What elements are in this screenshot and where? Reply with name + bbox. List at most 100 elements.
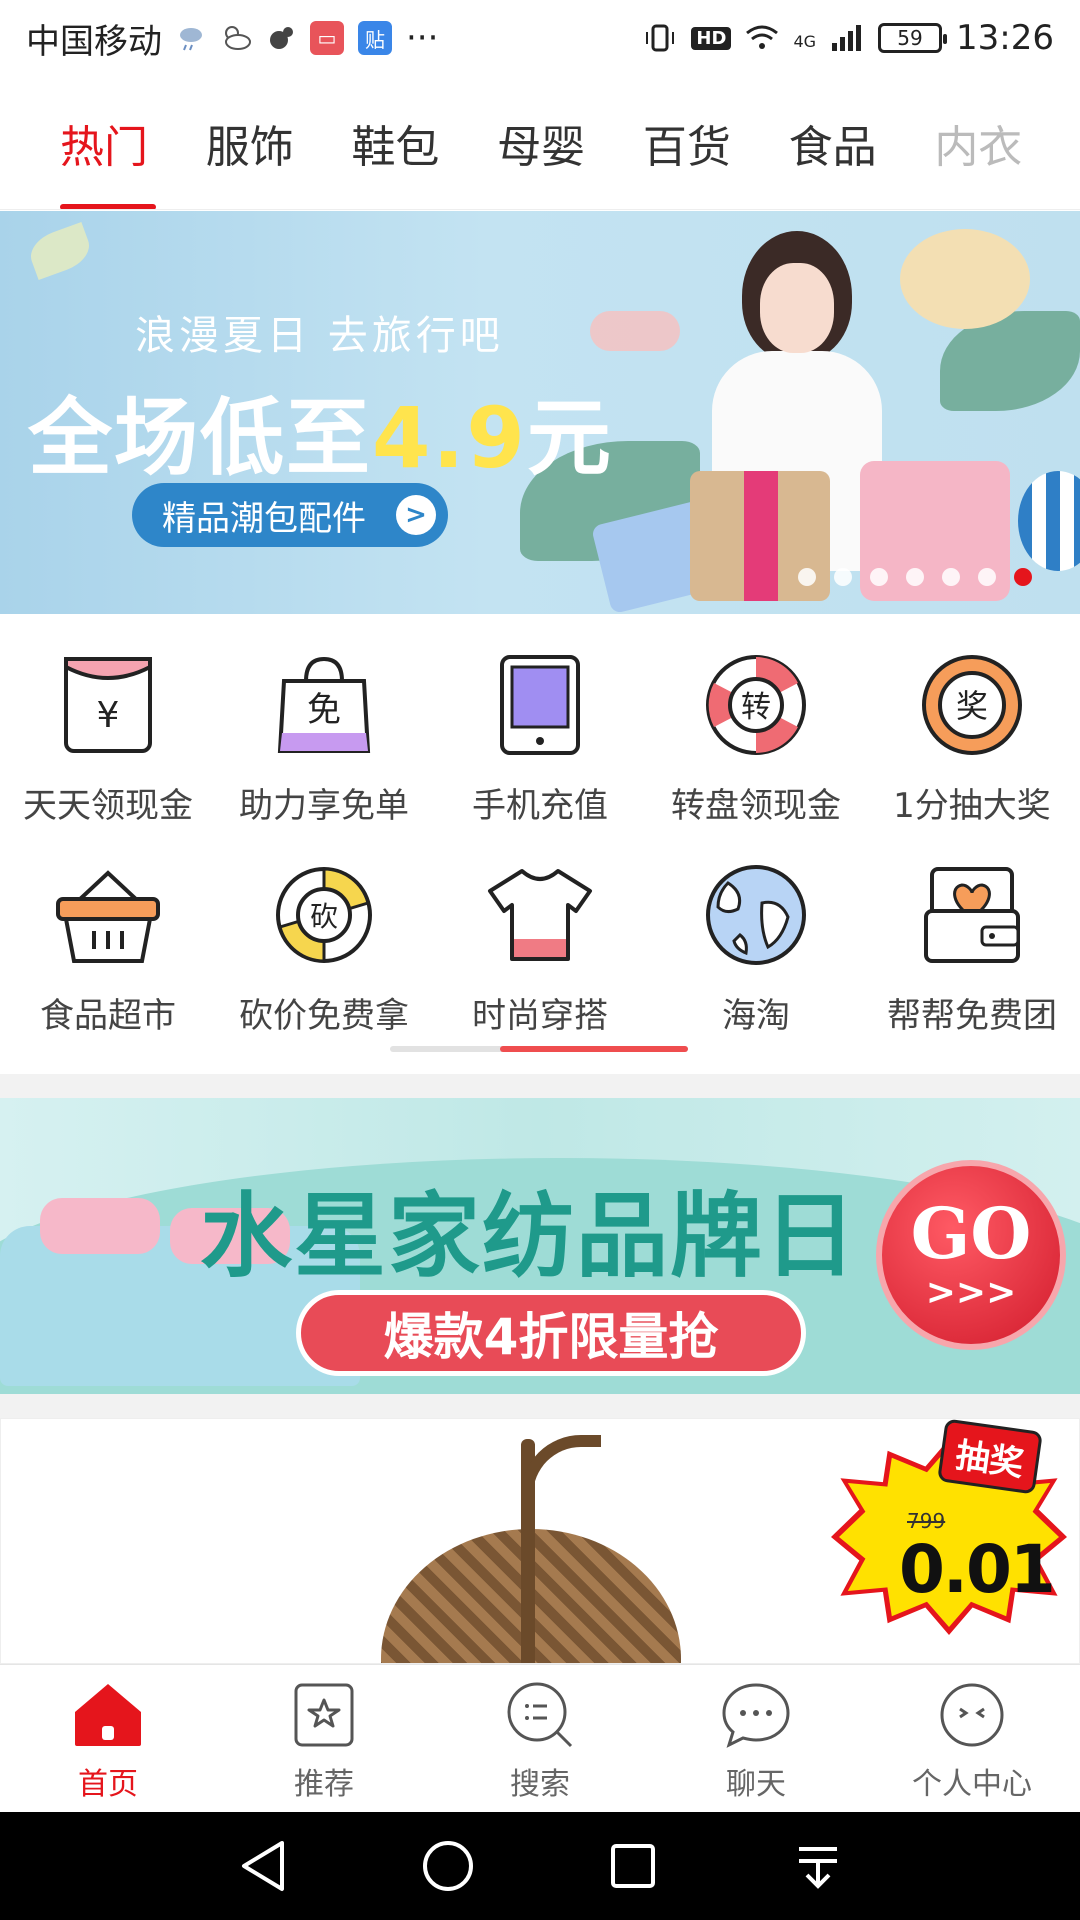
feature-label: 手机充值	[472, 786, 608, 826]
section-divider	[0, 1074, 1080, 1098]
hero-subtitle: 浪漫夏日 去旅行吧	[135, 313, 504, 359]
red-envelope-icon: ¥	[53, 650, 163, 760]
feature-global-shopping[interactable]: 海淘	[648, 860, 864, 1037]
nav-home[interactable]: 首页	[0, 1665, 216, 1812]
hero-headline: 全场低至4.9元	[28, 371, 613, 492]
hero-pill-label: 精品潮包配件	[162, 498, 366, 539]
hero-headline-prefix: 全场低至	[28, 389, 373, 487]
svg-text:转: 转	[741, 690, 771, 725]
feature-daily-cash[interactable]: ¥ 天天领现金	[0, 650, 216, 827]
model-face	[760, 263, 834, 353]
carousel-dot[interactable]	[798, 568, 816, 586]
tshirt-icon	[485, 860, 595, 970]
svg-text:奖: 奖	[956, 687, 988, 725]
category-tabs: 热门 服饰 鞋包 母婴 百货 食品 内衣	[0, 76, 1080, 210]
tab-mother-baby[interactable]: 母婴	[497, 76, 643, 209]
product-card[interactable]: 抽奖 799 0.01	[0, 1418, 1080, 1664]
weather-cloudy-icon	[220, 23, 252, 53]
shopping-bag-free-icon: 免	[269, 650, 379, 760]
decor-hot-air-balloon	[1018, 471, 1080, 571]
tablet-icon	[485, 650, 595, 760]
carousel-dot[interactable]	[906, 568, 924, 586]
nav-label: 聊天	[726, 1767, 786, 1802]
carousel-dot[interactable]	[942, 568, 960, 586]
promo-title: 水星家纺品牌日	[200, 1183, 859, 1290]
hero-headline-number: 4.9	[372, 389, 527, 487]
clock: 13:26	[956, 18, 1054, 58]
chat-icon	[720, 1679, 792, 1751]
system-navigation-bar	[0, 1812, 1080, 1920]
basket-icon	[53, 860, 163, 970]
feature-bargain-free[interactable]: 砍 砍价免费拿	[216, 860, 432, 1037]
wallet-heart-icon	[917, 860, 1027, 970]
nav-chat[interactable]: 聊天	[648, 1665, 864, 1812]
battery-indicator: 59	[878, 23, 948, 53]
wifi-icon	[745, 24, 779, 52]
home-icon	[72, 1679, 144, 1751]
back-icon[interactable]	[233, 1836, 293, 1896]
decor-sunglasses	[590, 311, 680, 351]
feature-wheel-cash[interactable]: 转 转盘领现金	[648, 650, 864, 827]
tab-apparel[interactable]: 服饰	[206, 76, 352, 209]
notification-pulldown-icon[interactable]	[788, 1836, 848, 1896]
signal-icon	[830, 23, 864, 53]
nav-label: 推荐	[294, 1767, 354, 1802]
hero-headline-suffix: 元	[526, 389, 613, 487]
feature-fashion[interactable]: 时尚穿搭	[432, 860, 648, 1037]
globe-icon	[701, 860, 811, 970]
hero-pill-button[interactable]: 精品潮包配件 >	[132, 483, 448, 547]
status-right: HD 4G 59 13:26	[643, 18, 1054, 58]
tab-hot[interactable]: 热门	[60, 76, 206, 209]
tab-shoes-bags[interactable]: 鞋包	[351, 76, 497, 209]
network-type: 4G	[793, 32, 817, 51]
carrier-label: 中国移动	[26, 21, 162, 62]
prize-icon: 奖	[917, 650, 1027, 760]
feature-food-market[interactable]: 食品超市	[0, 860, 216, 1037]
carousel-dot[interactable]	[834, 568, 852, 586]
hero-banner[interactable]: 浪漫夏日 去旅行吧 全场低至4.9元 精品潮包配件 >	[0, 211, 1080, 614]
bottom-navigation: 首页 推荐 搜索 聊天 个人中心	[0, 1664, 1080, 1812]
promo-go-button[interactable]: GO >>>	[876, 1160, 1066, 1350]
feature-label: 时尚穿搭	[472, 996, 608, 1036]
nav-search[interactable]: 搜索	[432, 1665, 648, 1812]
original-price: 799	[907, 1509, 946, 1533]
feature-phone-topup[interactable]: 手机充值	[432, 650, 648, 827]
tab-food[interactable]: 食品	[789, 76, 935, 209]
more-notifications-icon: ···	[406, 18, 439, 58]
feature-row: 食品超市 砍 砍价免费拿 时尚穿搭 海淘 帮帮免费团	[0, 860, 1080, 1037]
status-bar: 中国移动 ▭ 贴 ··· HD 4G 59 13:26	[0, 0, 1080, 76]
tab-general-goods[interactable]: 百货	[643, 76, 789, 209]
search-icon	[504, 1679, 576, 1751]
nav-label: 搜索	[510, 1767, 570, 1802]
promo-cta-button[interactable]: 爆款4折限量抢	[296, 1290, 806, 1376]
feature-group-free[interactable]: 帮帮免费团	[864, 860, 1080, 1037]
feature-label: 天天领现金	[23, 786, 193, 826]
svg-text:¥: ¥	[97, 695, 120, 736]
carousel-dot-active[interactable]	[1014, 568, 1032, 586]
nav-profile[interactable]: 个人中心	[864, 1665, 1080, 1812]
feature-label: 食品超市	[40, 996, 176, 1036]
feature-1cent-draw[interactable]: 奖 1分抽大奖	[864, 650, 1080, 827]
vibrate-icon	[643, 23, 677, 53]
feature-label: 砍价免费拿	[239, 996, 409, 1036]
bag-strip	[744, 471, 778, 601]
weather-rain-icon	[176, 23, 206, 53]
carousel-dot[interactable]	[870, 568, 888, 586]
lottery-tag: 抽奖	[937, 1419, 1043, 1495]
carousel-dot[interactable]	[978, 568, 996, 586]
promo-banner[interactable]: 水星家纺品牌日 爆款4折限量抢 GO >>>	[0, 1098, 1080, 1394]
feature-label: 1分抽大奖	[893, 786, 1051, 826]
recents-icon[interactable]	[603, 1836, 663, 1896]
home-circle-icon[interactable]	[418, 1836, 478, 1896]
feature-grid: ¥ 天天领现金 免 助力享免单 手机充值 转 转盘领现金 奖 1分抽大奖 食品超…	[0, 614, 1080, 1074]
feature-label: 助力享免单	[239, 786, 409, 826]
bargain-icon: 砍	[269, 860, 379, 970]
nav-recommend[interactable]: 推荐	[216, 1665, 432, 1812]
tab-underwear[interactable]: 内衣	[934, 76, 1080, 209]
decor-flower	[24, 221, 96, 281]
hd-badge: HD	[691, 26, 732, 50]
feature-label: 转盘领现金	[671, 786, 841, 826]
feature-label: 海淘	[722, 996, 790, 1036]
squirrel-app-icon	[266, 23, 296, 53]
feature-assist-free[interactable]: 免 助力享免单	[216, 650, 432, 827]
